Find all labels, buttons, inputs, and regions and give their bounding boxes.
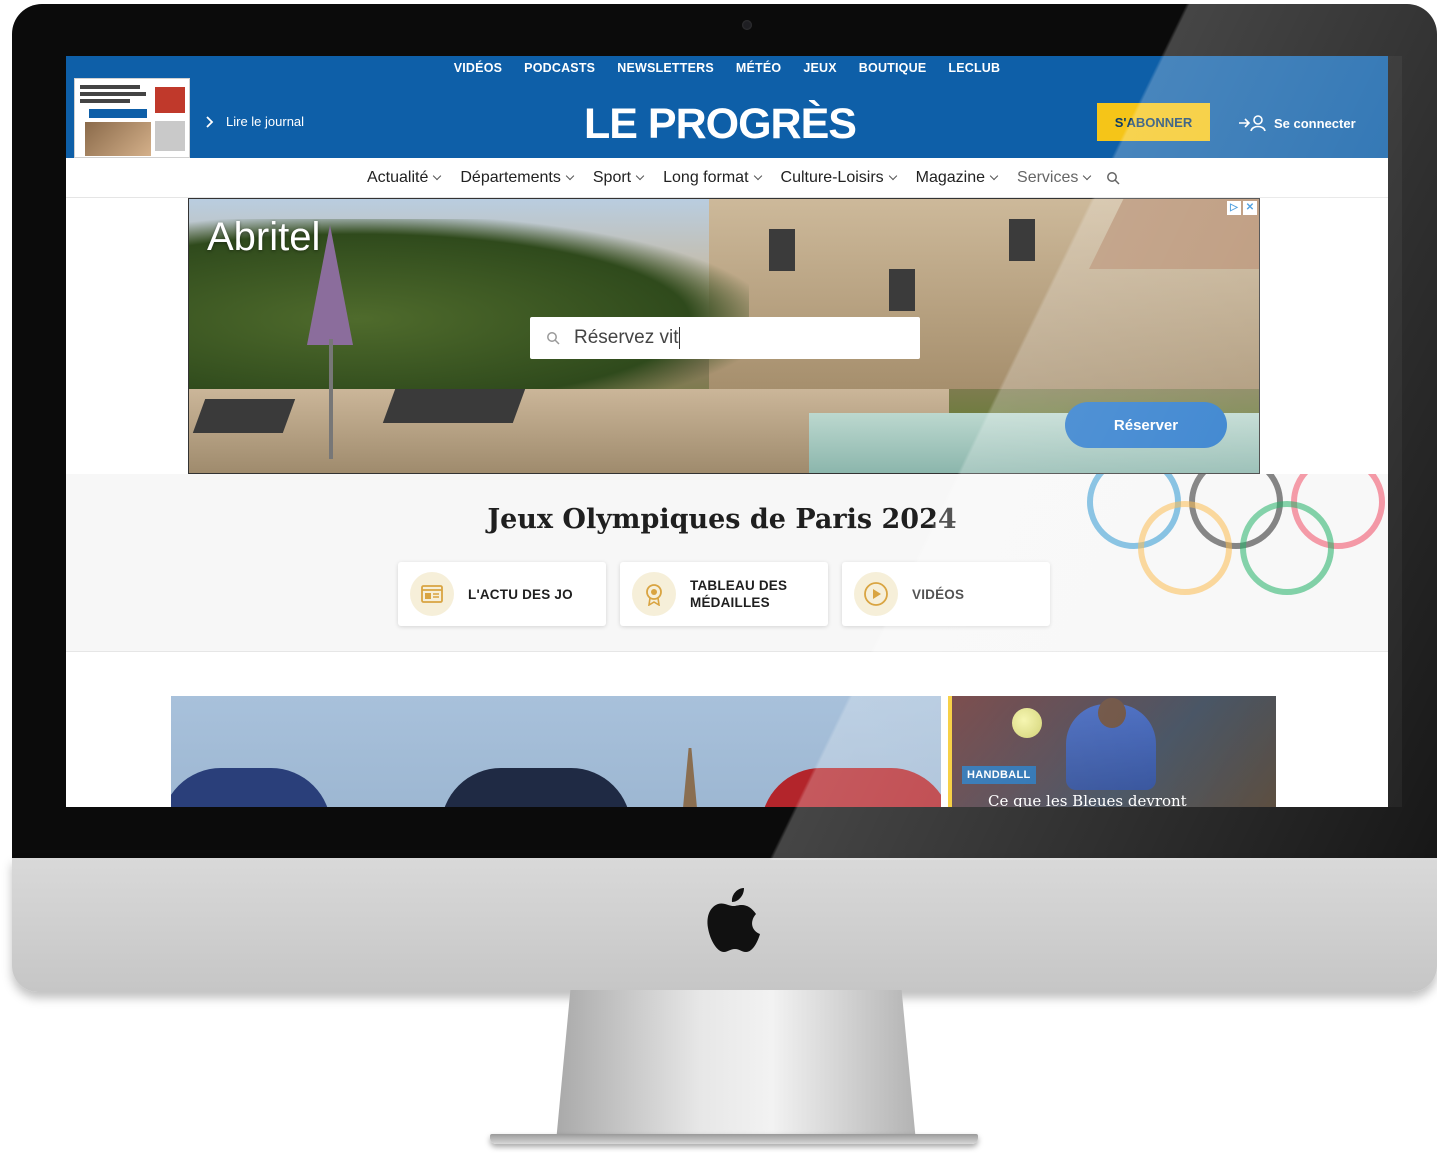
olympics-videos-card[interactable]: VIDÉOS (842, 562, 1050, 626)
close-icon[interactable]: ✕ (1243, 201, 1257, 215)
ad-choices[interactable]: ▷ ✕ (1227, 201, 1257, 215)
chevron-down-icon (753, 171, 762, 181)
article-photo-arc (441, 768, 631, 807)
nav-item-departements[interactable]: Départements (460, 169, 575, 187)
nav-label: Long format (663, 169, 749, 186)
nav-item-magazine[interactable]: Magazine (915, 169, 999, 187)
nav-label: Sport (592, 169, 632, 186)
login-user-icon (1239, 115, 1266, 132)
play-icon (864, 582, 888, 606)
headline-article-image[interactable] (171, 696, 941, 807)
login-link[interactable]: Se connecter (1238, 114, 1356, 132)
handball-photo-ball (1012, 708, 1042, 738)
ad-photo-window (889, 269, 915, 311)
top-link-jeux[interactable]: JEUX (803, 61, 836, 75)
ad-search-field[interactable]: Réservez vit (530, 317, 920, 359)
side-article-card[interactable]: HANDBALL Ce que les Bleues devront (948, 696, 1276, 807)
medal-icon (646, 584, 662, 606)
ad-photo-lounger (382, 389, 526, 423)
olympics-videos-label: VIDÉOS (912, 586, 965, 602)
browser-viewport: VIDÉOS PODCASTS NEWSLETTERS MÉTÉO JEUX B… (66, 56, 1402, 807)
top-link-leclub[interactable]: LECLUB (948, 61, 1000, 75)
imac-stand-base (490, 1134, 978, 1144)
search-icon (547, 332, 560, 345)
ad-photo-pole (329, 339, 333, 459)
chevron-down-icon (1083, 171, 1092, 181)
reserve-button[interactable]: Réserver (1065, 402, 1227, 448)
olympics-title: Jeux Olympiques de Paris 2024 (487, 504, 957, 535)
advertisement-banner[interactable]: Abritel Réservez vit Réserver ▷ ✕ (188, 198, 1260, 474)
journal-cover-thumbnail[interactable] (74, 78, 190, 158)
newspaper-icon (421, 585, 443, 603)
read-journal-link[interactable]: Lire le journal (206, 114, 304, 129)
nav-search-button[interactable] (1106, 169, 1120, 187)
chevron-down-icon (888, 171, 897, 181)
journal-cover-logo (89, 109, 147, 118)
side-article-accent (948, 696, 952, 807)
top-link-podcasts[interactable]: PODCASTS (524, 61, 595, 75)
olympic-rings-icon (1087, 474, 1385, 595)
chevron-down-icon (565, 171, 575, 181)
nav-item-long-format[interactable]: Long format (663, 169, 762, 187)
medal-icon-wrap (632, 572, 676, 616)
ad-search-value: Réservez vit (574, 327, 679, 348)
nav-label: Départements (460, 169, 561, 186)
top-link-meteo[interactable]: MÉTÉO (736, 61, 781, 75)
ad-photo-window (1009, 219, 1035, 261)
text-caret (678, 327, 680, 349)
side-article-headline[interactable]: Ce que les Bleues devront (988, 792, 1187, 807)
camera-icon (742, 20, 752, 30)
chevron-right-icon (206, 115, 214, 128)
play-icon-wrap (854, 572, 898, 616)
chevron-down-icon (635, 171, 645, 181)
nav-label: Magazine (915, 169, 986, 186)
login-label: Se connecter (1274, 115, 1356, 131)
olympics-cards: L'ACTU DES JO TABLEAU DES MÉDAILLES VIDÉ… (398, 562, 1050, 626)
nav-label: Services (1017, 169, 1079, 186)
nav-item-services[interactable]: Services (1017, 169, 1092, 187)
olympics-news-icon-wrap (410, 572, 454, 616)
eiffel-tower-photo (683, 748, 697, 807)
top-link-newsletters[interactable]: NEWSLETTERS (617, 61, 714, 75)
ad-photo-lounger (192, 399, 296, 433)
ad-choices-icon[interactable]: ▷ (1227, 201, 1241, 215)
search-icon (1107, 172, 1120, 185)
medal-table-card[interactable]: TABLEAU DES MÉDAILLES (620, 562, 828, 626)
medal-table-label: TABLEAU DES MÉDAILLES (690, 578, 788, 610)
ad-photo-window (769, 229, 795, 271)
article-photo-arc (171, 768, 331, 807)
chevron-down-icon (433, 171, 442, 181)
nav-label: Actualité (367, 169, 429, 186)
main-nav: Actualité Départements Sport Long format… (66, 158, 1388, 198)
article-category-tag[interactable]: HANDBALL (962, 766, 1036, 784)
olympics-news-card[interactable]: L'ACTU DES JO (398, 562, 606, 626)
nav-item-actualite[interactable]: Actualité (367, 169, 442, 187)
top-links-bar: VIDÉOS PODCASTS NEWSLETTERS MÉTÉO JEUX B… (66, 61, 1388, 75)
top-link-boutique[interactable]: BOUTIQUE (859, 61, 927, 75)
subscribe-button[interactable]: S'ABONNER (1097, 103, 1210, 141)
screen-edge-strip (1388, 56, 1402, 807)
top-link-videos[interactable]: VIDÉOS (454, 61, 502, 75)
nav-item-sport[interactable]: Sport (592, 169, 645, 187)
article-photo-arc (761, 768, 941, 807)
read-journal-label: Lire le journal (226, 114, 305, 129)
olympics-news-label: L'ACTU DES JO (468, 586, 573, 602)
olympics-section: Jeux Olympiques de Paris 2024 L'ACTU DES… (66, 474, 1388, 652)
handball-photo-player-head (1098, 698, 1126, 728)
nav-item-culture-loisirs[interactable]: Culture-Loisirs (780, 169, 897, 187)
apple-logo-icon (707, 888, 760, 952)
ad-brand-logo: Abritel (207, 215, 321, 259)
nav-label: Culture-Loisirs (780, 169, 884, 186)
site-header: VIDÉOS PODCASTS NEWSLETTERS MÉTÉO JEUX B… (66, 56, 1388, 158)
chevron-down-icon (989, 171, 999, 181)
imac-stand (556, 990, 916, 1142)
site-logo[interactable]: LE PROGRÈS (584, 100, 857, 149)
